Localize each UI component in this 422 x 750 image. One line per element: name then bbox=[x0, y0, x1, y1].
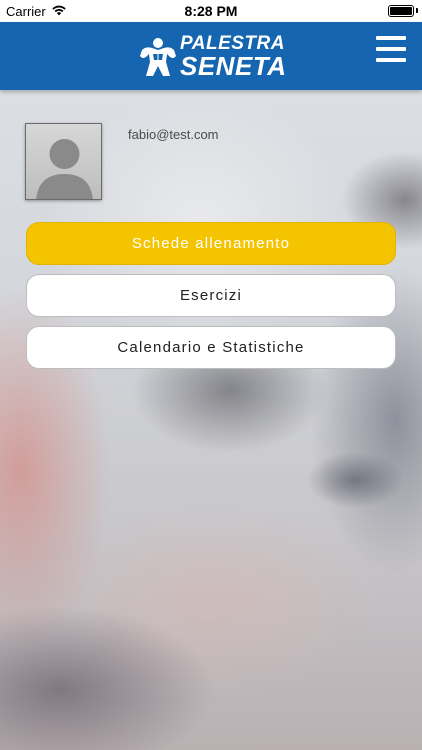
hamburger-menu-icon[interactable] bbox=[376, 36, 406, 62]
blurred-gym-background bbox=[0, 0, 422, 750]
menu-bar-middle bbox=[376, 47, 406, 51]
clock-time: 8:28 PM bbox=[184, 3, 238, 19]
menu-bar-top bbox=[376, 36, 406, 40]
calendario-statistiche-button[interactable]: Calendario e Statistiche bbox=[26, 326, 396, 369]
menu-bar-bottom bbox=[376, 58, 406, 62]
user-avatar[interactable] bbox=[25, 123, 102, 200]
app-header: PALESTRA SENETA bbox=[0, 22, 422, 90]
status-bar: Carrier 8:28 PM bbox=[0, 0, 422, 22]
battery-icon bbox=[388, 5, 414, 17]
bodybuilder-mascot-icon bbox=[140, 38, 176, 76]
logo-text-seneta: SENETA bbox=[180, 51, 287, 81]
esercizi-button[interactable]: Esercizi bbox=[26, 274, 396, 317]
default-user-avatar-icon bbox=[36, 139, 93, 199]
user-email: fabio@test.com bbox=[128, 127, 219, 142]
schede-allenamento-button[interactable]: Schede allenamento bbox=[26, 222, 396, 265]
palestra-seneta-logo[interactable]: PALESTRA SENETA bbox=[136, 32, 296, 80]
battery-tip bbox=[416, 8, 418, 13]
